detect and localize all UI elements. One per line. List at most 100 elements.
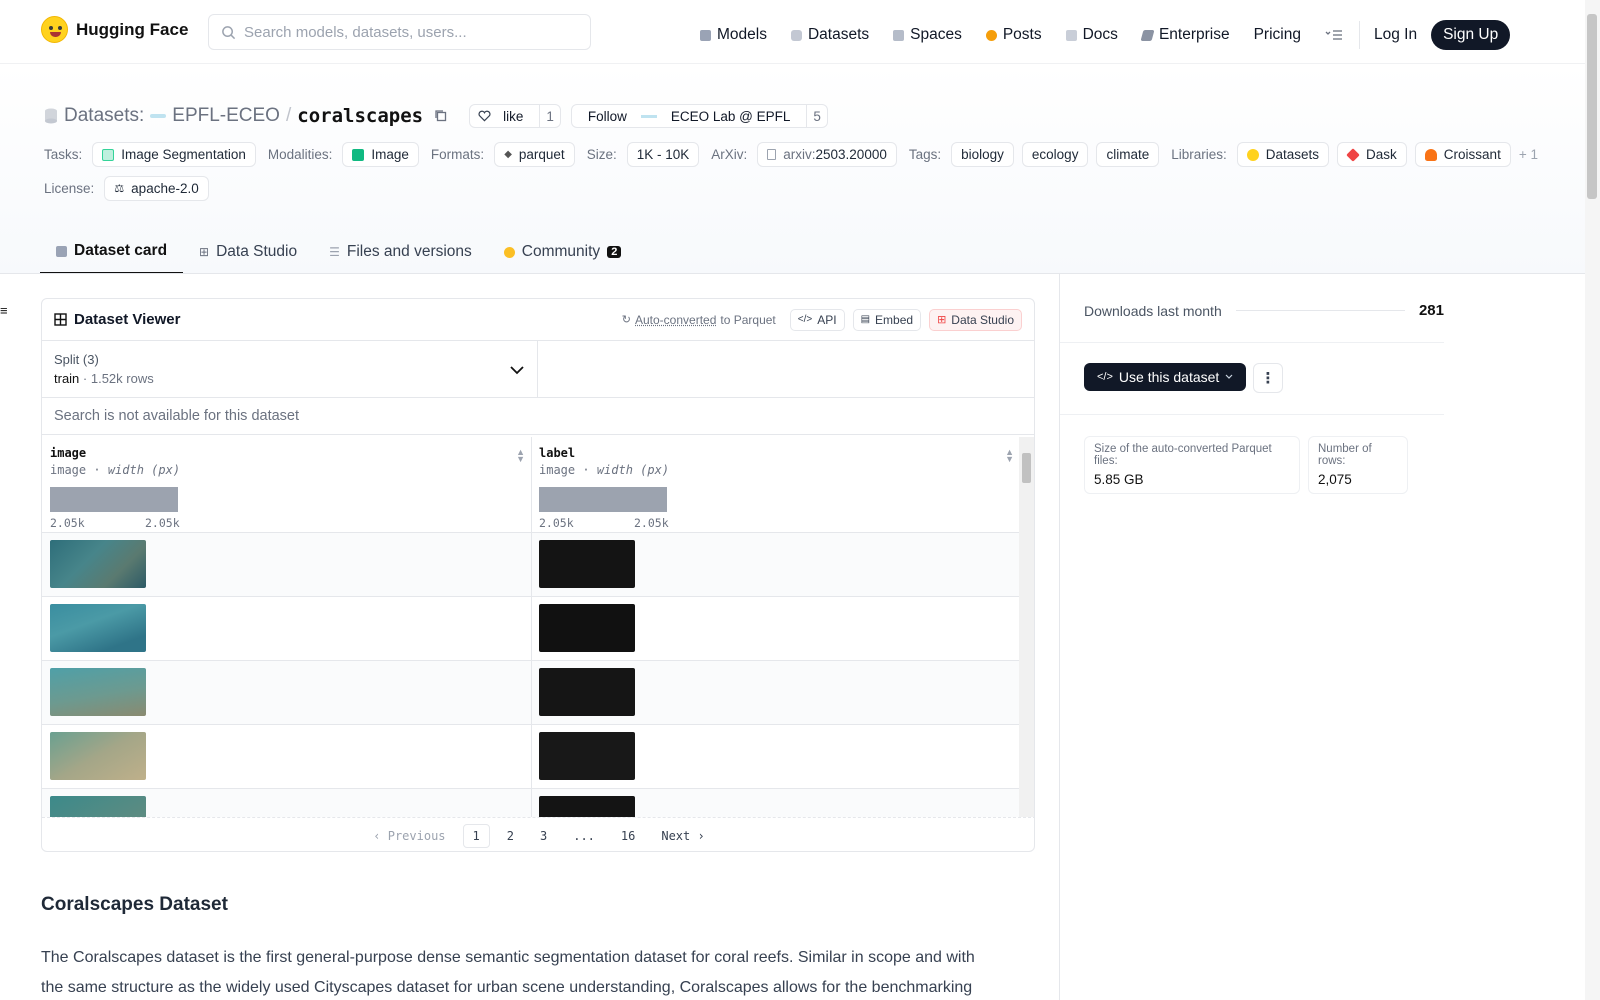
split-selector[interactable]: Split (3) train · 1.52k rows xyxy=(42,341,538,397)
library-dask[interactable]: Dask xyxy=(1337,142,1407,167)
sort-icon[interactable]: ▲ ▼ xyxy=(1005,449,1014,463)
search-box[interactable] xyxy=(208,14,591,50)
repo-tabs: Dataset card ⊞ Data Studio ☰ Files and ver… xyxy=(40,230,637,274)
tag-climate[interactable]: climate xyxy=(1096,142,1159,167)
viewer-header: Dataset Viewer ↻ Auto-converted to Parqu… xyxy=(42,299,1034,341)
search-icon xyxy=(221,25,236,40)
chevron-down-icon xyxy=(1225,374,1233,380)
label-mask-thumbnail[interactable] xyxy=(539,604,635,652)
embed-label: Embed xyxy=(875,313,913,327)
page-ellipsis: ... xyxy=(564,825,604,847)
label-mask-thumbnail[interactable] xyxy=(539,796,635,817)
copy-icon[interactable] xyxy=(433,108,449,124)
histogram-bar[interactable] xyxy=(539,487,667,512)
page-1-button[interactable]: 1 xyxy=(463,824,490,848)
nav-posts-label: Posts xyxy=(1003,26,1042,44)
nav-spaces[interactable]: Spaces xyxy=(893,26,962,44)
embed-button[interactable]: ▤ Embed xyxy=(853,309,921,331)
api-label: API xyxy=(817,313,836,327)
page-3-button[interactable]: 3 xyxy=(531,825,556,847)
library-croissant[interactable]: Croissant xyxy=(1415,142,1511,167)
task-tag[interactable]: Image Segmentation xyxy=(92,142,256,167)
nav-docs[interactable]: Docs xyxy=(1066,26,1118,44)
nav-posts[interactable]: Posts xyxy=(986,26,1042,44)
nav-enterprise[interactable]: Enterprise xyxy=(1142,26,1230,44)
signup-button[interactable]: Sign Up xyxy=(1431,20,1510,50)
tab-dataset-card[interactable]: Dataset card xyxy=(40,230,183,274)
top-navbar: Hugging Face Models Datasets Spaces Post… xyxy=(0,0,1585,64)
page-2-button[interactable]: 2 xyxy=(498,825,523,847)
org-mini-logo-icon xyxy=(641,115,657,118)
tab-data-studio[interactable]: ⊞ Data Studio xyxy=(183,230,313,274)
section-label[interactable]: Datasets: xyxy=(64,105,144,127)
libraries-more[interactable]: + 1 xyxy=(1519,147,1538,162)
coral-image-thumbnail[interactable] xyxy=(50,668,146,716)
nav-more[interactable] xyxy=(1325,29,1343,41)
api-button[interactable]: </> API xyxy=(790,309,845,331)
parquet-size-value: 5.85 GB xyxy=(1094,472,1290,487)
column-header-label[interactable]: label image · width (px) 2.05k 2.05k ▲ ▼ xyxy=(531,437,1020,533)
nav-pricing[interactable]: Pricing xyxy=(1254,26,1301,44)
pagination: ‹ Previous 1 2 3 ... 16 Next › xyxy=(42,817,1035,852)
login-link[interactable]: Log In xyxy=(1374,26,1417,44)
brand-logo[interactable]: Hugging Face xyxy=(41,16,188,43)
column-hint: width (px) xyxy=(108,463,180,477)
tag-ecology[interactable]: ecology xyxy=(1022,142,1089,167)
next-page-button[interactable]: Next › xyxy=(652,825,713,847)
grid-scroll-thumb[interactable] xyxy=(1022,453,1031,483)
format-tag[interactable]: ◆ parquet xyxy=(494,142,575,167)
license-tag[interactable]: ⚖ apache-2.0 xyxy=(104,176,208,201)
org-link[interactable]: EPFL-ECEO xyxy=(172,105,280,127)
coral-image-thumbnail[interactable] xyxy=(50,732,146,780)
sort-icon[interactable]: ▲ ▼ xyxy=(516,449,525,463)
label-mask-thumbnail[interactable] xyxy=(539,540,635,588)
prev-page-button[interactable]: ‹ Previous xyxy=(364,825,454,847)
auto-converted-link[interactable]: Auto-converted xyxy=(635,313,716,327)
tag-biology[interactable]: biology xyxy=(951,142,1014,167)
size-tag[interactable]: 1K - 10K xyxy=(627,142,700,167)
column-hint: width (px) xyxy=(597,463,669,477)
embed-icon: ▤ xyxy=(861,314,870,325)
page-scrollbar[interactable] xyxy=(1585,0,1600,1000)
column-header-image[interactable]: image image · width (px) 2.05k 2.05k ▲ ▼ xyxy=(42,437,531,533)
tab-files[interactable]: ☰ Files and versions xyxy=(313,230,488,274)
repo-name[interactable]: coralscapes xyxy=(297,105,423,127)
label-mask-thumbnail[interactable] xyxy=(539,668,635,716)
modality-tag[interactable]: Image xyxy=(342,142,419,167)
parquet-size-stat: Size of the auto-converted Parquet files… xyxy=(1084,436,1300,494)
column-type: image · width (px) xyxy=(539,463,1012,477)
coral-image-thumbnail[interactable] xyxy=(50,540,146,588)
library-datasets[interactable]: Datasets xyxy=(1237,142,1329,167)
tag-row-2: License: ⚖ apache-2.0 xyxy=(44,176,209,201)
search-input[interactable] xyxy=(244,24,574,41)
use-dataset-button[interactable]: </> Use this dataset xyxy=(1084,363,1246,391)
arxiv-tag[interactable]: arxiv:2503.20000 xyxy=(757,142,897,167)
table-icon: ⊞ xyxy=(199,245,209,259)
tab-community[interactable]: Community 2 xyxy=(488,230,638,274)
page-scroll-thumb[interactable] xyxy=(1587,14,1597,199)
cube-icon xyxy=(700,30,711,41)
nav-spaces-label: Spaces xyxy=(910,26,962,44)
histogram-bar[interactable] xyxy=(50,487,178,512)
prev-label: Previous xyxy=(388,829,446,843)
coral-image-thumbnail[interactable] xyxy=(50,796,146,817)
like-label: like xyxy=(495,105,531,127)
arxiv-label: ArXiv: xyxy=(711,147,747,162)
more-options-button[interactable]: ⋮ xyxy=(1253,363,1283,393)
nav-models[interactable]: Models xyxy=(700,26,767,44)
nav-datasets[interactable]: Datasets xyxy=(791,26,869,44)
follow-button[interactable]: Follow ECEO Lab @ EPFL 5 xyxy=(571,104,828,128)
sidebar-toggle-icon[interactable]: ≡ xyxy=(0,303,8,318)
label-mask-thumbnail[interactable] xyxy=(539,732,635,780)
grid-scrollbar[interactable] xyxy=(1019,437,1034,817)
data-studio-button[interactable]: ⊞ Data Studio xyxy=(929,309,1022,331)
like-button[interactable]: like 1 xyxy=(469,104,561,128)
dask-icon xyxy=(1346,148,1360,162)
chevron-down-icon xyxy=(509,365,525,375)
follow-count: 5 xyxy=(806,105,827,127)
license-tag-label: apache-2.0 xyxy=(131,181,199,196)
column-type: image · width (px) xyxy=(50,463,523,477)
coral-image-thumbnail[interactable] xyxy=(50,604,146,652)
page-16-button[interactable]: 16 xyxy=(612,825,644,847)
library-datasets-label: Datasets xyxy=(1266,147,1319,162)
